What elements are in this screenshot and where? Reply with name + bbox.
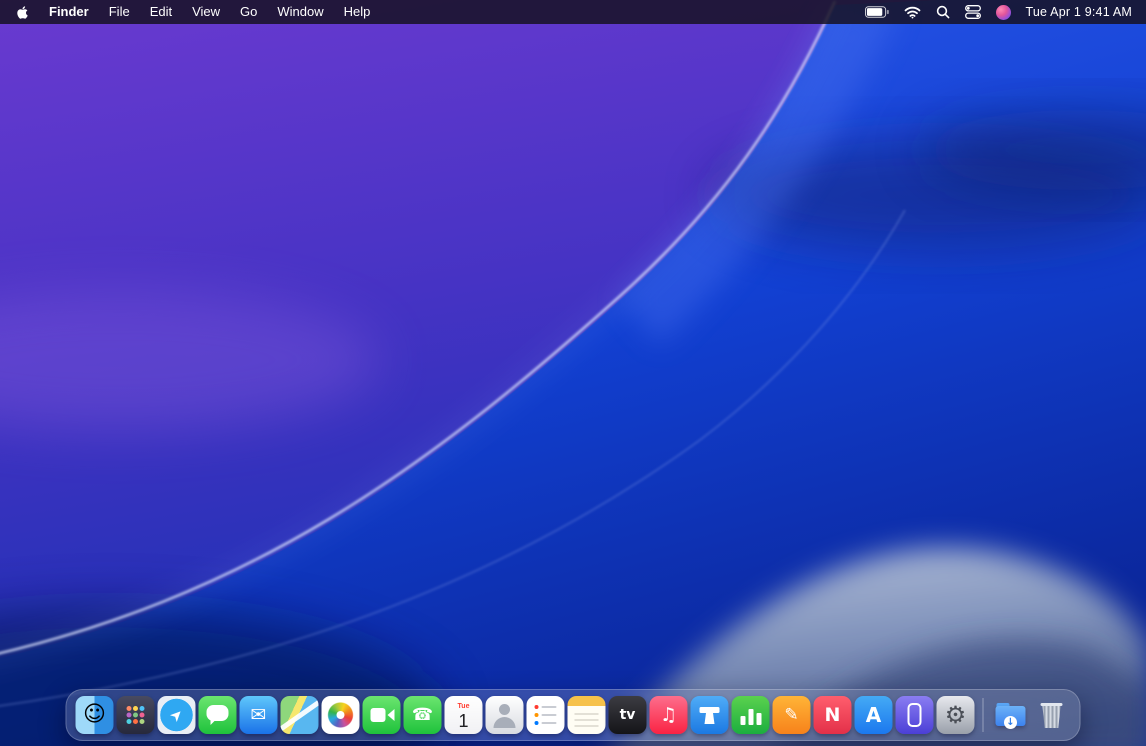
facetime-icon <box>363 696 401 734</box>
finder-glyph: ☺ <box>83 704 106 726</box>
phone-glyph: ☎ <box>412 707 433 724</box>
finder-icon: ☺ <box>76 696 114 734</box>
tv-icon: tv <box>609 696 647 734</box>
dock-photos[interactable] <box>322 696 360 734</box>
menu-bar-clock[interactable]: Tue Apr 1 9:41 AM <box>1026 5 1132 19</box>
menu-file[interactable]: File <box>99 4 140 19</box>
dock-safari[interactable]: ➤ <box>158 696 196 734</box>
calendar-icon: Tue1 <box>445 696 483 734</box>
pages-glyph: ✎ <box>784 707 798 724</box>
dock-iphone-mirroring[interactable] <box>896 696 934 734</box>
menu-bar: FinderFileEditViewGoWindowHelp <box>0 0 1146 24</box>
dock-keynote[interactable] <box>691 696 729 734</box>
news-icon: N <box>814 696 852 734</box>
dock-facetime[interactable] <box>363 696 401 734</box>
menu-finder[interactable]: Finder <box>39 4 99 19</box>
dock-news[interactable]: N <box>814 696 852 734</box>
dock-launchpad[interactable] <box>117 696 155 734</box>
system-settings-glyph: ⚙ <box>945 703 967 727</box>
dock-app-store[interactable]: A <box>855 696 893 734</box>
safari-glyph: ➤ <box>167 705 187 725</box>
apple-menu[interactable] <box>14 5 39 20</box>
dock-mail[interactable]: ✉ <box>240 696 278 734</box>
maps-icon <box>281 696 319 734</box>
notes-icon <box>568 696 606 734</box>
dock-phone[interactable]: ☎ <box>404 696 442 734</box>
battery-icon[interactable] <box>865 6 889 18</box>
control-center-icon[interactable] <box>965 5 981 19</box>
trash-icon <box>1033 696 1071 734</box>
spotlight-icon[interactable] <box>936 5 950 19</box>
dock-maps[interactable] <box>281 696 319 734</box>
calendar-day: 1 <box>458 711 468 731</box>
dock-pages[interactable]: ✎ <box>773 696 811 734</box>
desktop-wallpaper <box>0 0 1146 746</box>
app-menus: FinderFileEditViewGoWindowHelp <box>39 0 380 24</box>
dock-music[interactable]: ♫ <box>650 696 688 734</box>
launchpad-icon <box>117 696 155 734</box>
iphone-mirroring-icon <box>896 696 934 734</box>
status-area: Tue Apr 1 9:41 AM <box>865 5 1132 20</box>
menu-left: FinderFileEditViewGoWindowHelp <box>14 0 380 24</box>
calendar-weekday: Tue <box>458 703 470 711</box>
downloads-icon: ↓ <box>992 696 1030 734</box>
macos-desktop: FinderFileEditViewGoWindowHelp <box>0 0 1146 746</box>
dock-messages[interactable] <box>199 696 237 734</box>
numbers-icon <box>732 696 770 734</box>
mail-glyph: ✉ <box>251 706 267 725</box>
dock-numbers[interactable] <box>732 696 770 734</box>
dock-reminders[interactable] <box>527 696 565 734</box>
mail-icon: ✉ <box>240 696 278 734</box>
dock-downloads[interactable]: ↓ <box>992 696 1030 734</box>
dock-calendar[interactable]: Tue1 <box>445 696 483 734</box>
app-store-glyph: A <box>866 705 881 725</box>
menu-view[interactable]: View <box>182 4 230 19</box>
keynote-icon <box>691 696 729 734</box>
dock-trash[interactable] <box>1033 696 1071 734</box>
dock-tv[interactable]: tv <box>609 696 647 734</box>
app-store-icon: A <box>855 696 893 734</box>
menu-window[interactable]: Window <box>267 4 333 19</box>
downloads-glyph: ↓ <box>1004 716 1017 729</box>
phone-icon: ☎ <box>404 696 442 734</box>
dock-finder[interactable]: ☺ <box>76 696 114 734</box>
wifi-icon[interactable] <box>904 6 921 19</box>
dock-system-settings[interactable]: ⚙ <box>937 696 975 734</box>
menu-go[interactable]: Go <box>230 4 267 19</box>
siri-icon[interactable] <box>996 5 1011 20</box>
system-settings-icon: ⚙ <box>937 696 975 734</box>
menu-edit[interactable]: Edit <box>140 4 182 19</box>
photos-icon <box>322 696 360 734</box>
dock: ☺ ➤ ✉ ☎ Tue1 tv ♫ ✎ N A ⚙ ↓ <box>66 689 1081 741</box>
contacts-icon <box>486 696 524 734</box>
messages-icon <box>199 696 237 734</box>
news-glyph: N <box>825 706 841 725</box>
music-glyph: ♫ <box>660 706 677 725</box>
apple-logo-icon <box>16 5 29 20</box>
dock-contacts[interactable] <box>486 696 524 734</box>
siri-orb <box>996 5 1011 20</box>
tv-glyph: tv <box>620 708 636 722</box>
music-icon: ♫ <box>650 696 688 734</box>
dock-divider <box>983 698 984 732</box>
reminders-icon <box>527 696 565 734</box>
desktop[interactable] <box>0 0 1146 746</box>
menu-help[interactable]: Help <box>334 4 381 19</box>
pages-icon: ✎ <box>773 696 811 734</box>
safari-icon: ➤ <box>158 696 196 734</box>
dock-notes[interactable] <box>568 696 606 734</box>
